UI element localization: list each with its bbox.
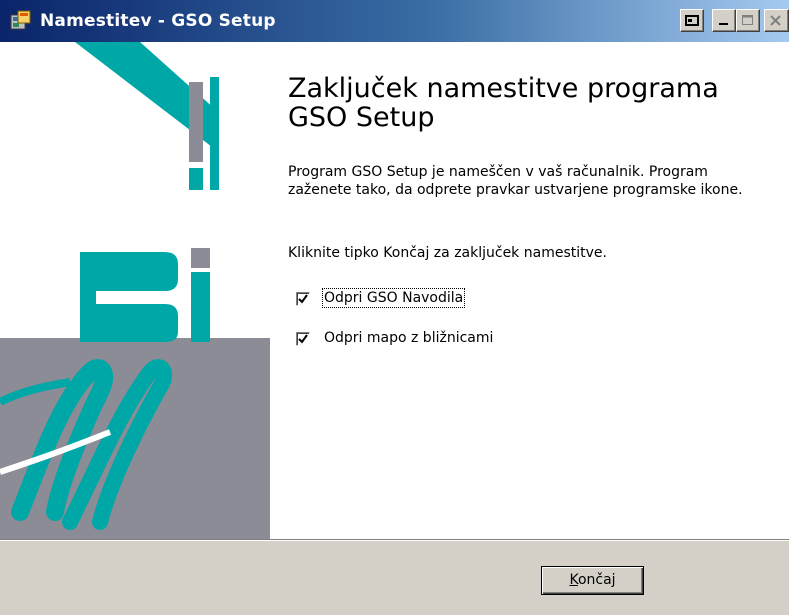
open-shortcuts-folder-checkbox[interactable] bbox=[296, 332, 310, 346]
open-manual-label[interactable]: Odpri GSO Navodila bbox=[321, 288, 466, 308]
window-title: Namestitev - GSO Setup bbox=[40, 11, 276, 31]
setup-app-icon bbox=[10, 10, 32, 32]
bia-logo-panel bbox=[0, 42, 270, 539]
checkmark-icon bbox=[298, 294, 308, 304]
footer-separator bbox=[0, 539, 789, 541]
context-help-button[interactable] bbox=[680, 9, 704, 32]
finish-button-accel: K bbox=[569, 572, 578, 588]
checkmark-icon bbox=[298, 334, 308, 344]
open-shortcuts-folder-label[interactable]: Odpri mapo z bližnicami bbox=[324, 330, 493, 346]
minimize-button[interactable] bbox=[712, 9, 736, 32]
finish-button-label: ončaj bbox=[577, 572, 616, 588]
maximize-button[interactable] bbox=[736, 9, 760, 32]
finish-button[interactable]: Končaj bbox=[541, 566, 644, 595]
open-manual-checkbox[interactable] bbox=[296, 292, 310, 306]
close-button[interactable] bbox=[764, 9, 789, 32]
content-area: Zaključek namestitve programa GSO Setup … bbox=[0, 42, 789, 539]
title-bar[interactable]: Namestitev - GSO Setup bbox=[0, 0, 789, 42]
page-title: Zaključek namestitve programa GSO Setup bbox=[288, 73, 719, 133]
bia-logo-graphic bbox=[0, 42, 270, 539]
finish-instruction: Kliknite tipko Končaj za zaključek names… bbox=[288, 245, 607, 261]
install-description: Program GSO Setup je nameščen v vaš raču… bbox=[288, 164, 743, 198]
